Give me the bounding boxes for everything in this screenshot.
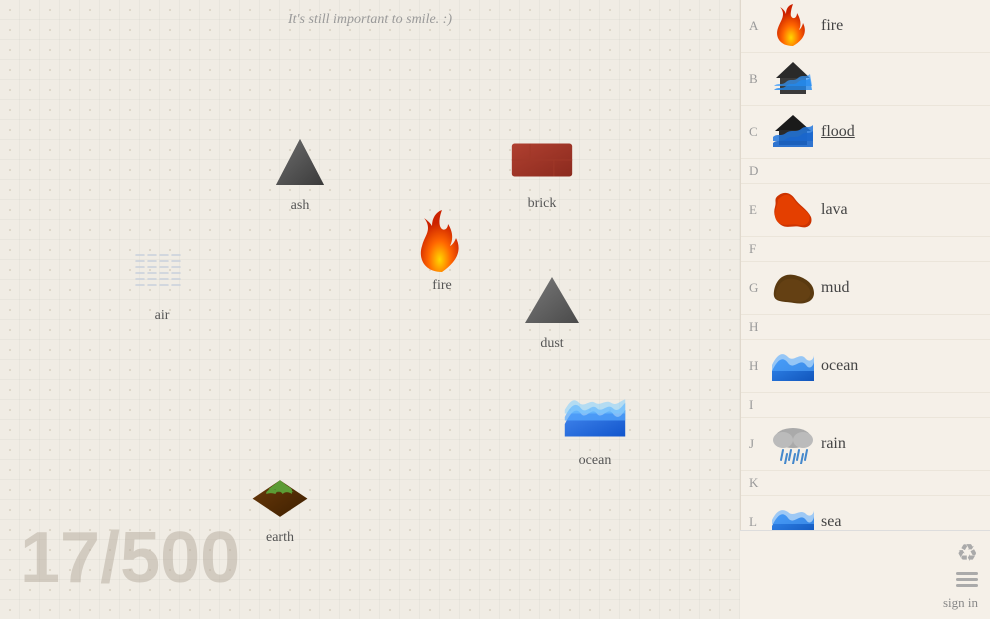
sidebar-letter-g: G (749, 280, 769, 296)
element-fire[interactable]: fire (410, 210, 474, 294)
sidebar-icon-b (769, 57, 817, 101)
sidebar[interactable]: A fire B (740, 0, 990, 619)
sidebar-item-b[interactable]: B (741, 53, 990, 106)
sidebar-label-mud: mud (821, 279, 849, 297)
lava-sidebar-icon (769, 188, 817, 232)
dust-label: dust (540, 336, 563, 352)
fire-icon (410, 210, 474, 274)
fire-label: fire (432, 278, 451, 294)
recycle-button[interactable]: ♻ (956, 539, 978, 568)
sidebar-item-k[interactable]: K (741, 471, 990, 496)
sidebar-letter-h: H (749, 319, 769, 335)
sidebar-label-rain: rain (821, 435, 846, 453)
element-ocean-canvas[interactable]: ocean (563, 385, 627, 469)
ocean-sidebar-icon (769, 344, 817, 388)
score-display: 17/500 (20, 517, 240, 599)
menu-line-3 (956, 584, 978, 587)
sidebar-letter-b: B (749, 71, 769, 87)
sidebar-item-f[interactable]: F (741, 237, 990, 262)
rain-sidebar-icon (769, 422, 817, 466)
ocean-canvas-label: ocean (579, 453, 612, 469)
sidebar-item-h[interactable]: H (741, 315, 990, 340)
earth-icon (248, 462, 312, 526)
main-canvas[interactable]: It's still important to smile. :) 17/500… (0, 0, 740, 619)
sidebar-item-d[interactable]: D (741, 159, 990, 184)
sidebar-item-lava[interactable]: E lava (741, 184, 990, 237)
sidebar-item-fire[interactable]: A fire (741, 0, 990, 53)
menu-line-1 (956, 572, 978, 575)
air-label: air (155, 308, 170, 324)
sidebar-letter-j: J (749, 436, 769, 452)
sidebar-label-fire: fire (821, 17, 843, 35)
dust-icon (520, 268, 584, 332)
sidebar-item-rain[interactable]: J rain (741, 418, 990, 471)
sidebar-item-ocean[interactable]: H ocean (741, 340, 990, 393)
sign-in-button[interactable]: sign in (943, 595, 978, 611)
fire-sidebar-icon (769, 4, 817, 48)
sidebar-letter-l: L (749, 514, 769, 530)
menu-button[interactable] (956, 572, 978, 587)
sidebar-letter-e: E (749, 202, 769, 218)
element-ash[interactable]: ash (268, 130, 332, 214)
sidebar-letter-i: I (749, 397, 769, 413)
sidebar-letter-a: A (749, 18, 769, 34)
sidebar-label-lava: lava (821, 201, 848, 219)
menu-line-2 (956, 578, 978, 581)
sidebar-item-mud[interactable]: G mud (741, 262, 990, 315)
sidebar-label-flood: flood (821, 123, 855, 141)
element-dust[interactable]: dust (520, 268, 584, 352)
element-brick[interactable]: brick (510, 128, 574, 212)
ocean-canvas-icon (563, 385, 627, 449)
ash-label: ash (291, 198, 310, 214)
sidebar-item-flood[interactable]: C flood (741, 106, 990, 159)
sidebar-letter-f: F (749, 241, 769, 257)
sidebar-letter-d: D (749, 163, 769, 179)
air-icon (130, 240, 194, 304)
earth-label: earth (266, 530, 294, 546)
brick-icon (510, 128, 574, 192)
sidebar-item-i[interactable]: I (741, 393, 990, 418)
sidebar-controls: ♻ sign in (740, 530, 990, 619)
sidebar-letter-k: K (749, 475, 769, 491)
element-earth[interactable]: earth (248, 462, 312, 546)
element-air[interactable]: air (130, 240, 194, 324)
sidebar-label-sea: sea (821, 513, 841, 531)
flood-sidebar-icon (769, 110, 817, 154)
ash-icon (268, 130, 332, 194)
sidebar-letter-c: C (749, 124, 769, 140)
header: It's still important to smile. :) (0, 0, 740, 40)
brick-label: brick (528, 196, 557, 212)
sidebar-letter-h2: H (749, 358, 769, 374)
mud-sidebar-icon (769, 266, 817, 310)
sidebar-label-ocean: ocean (821, 357, 858, 375)
header-message: It's still important to smile. :) (288, 12, 452, 28)
